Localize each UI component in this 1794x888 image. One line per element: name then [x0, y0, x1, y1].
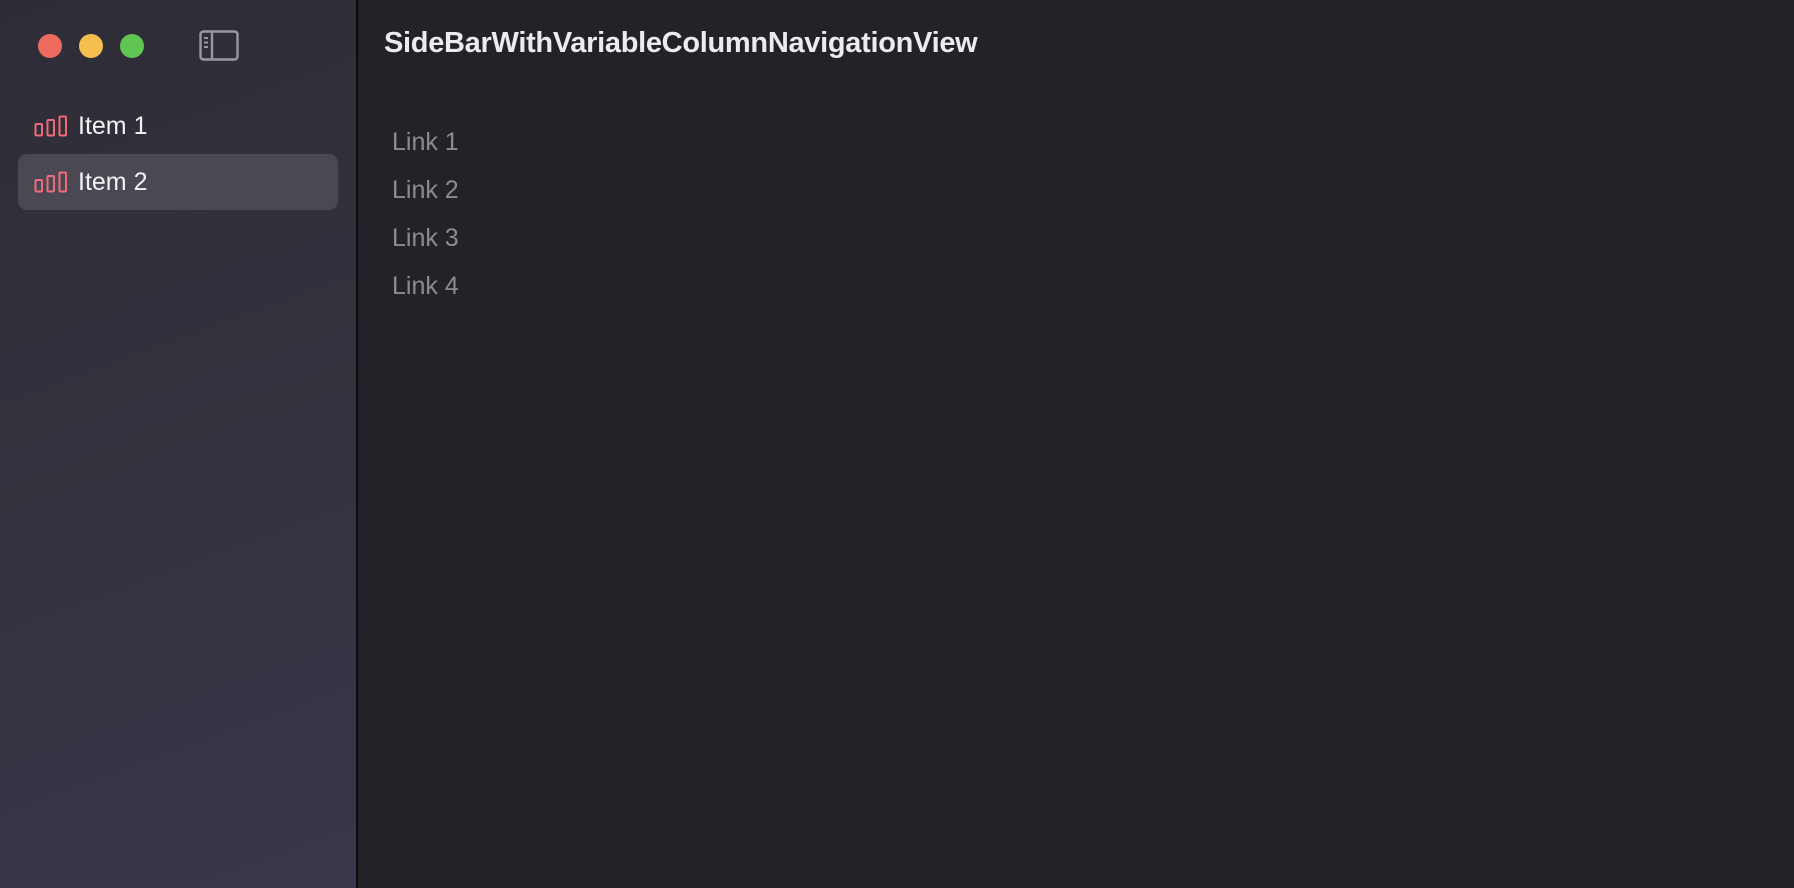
content-pane: SideBarWithVariableColumnNavigationView …	[358, 0, 1794, 888]
link-item-4[interactable]: Link 4	[392, 266, 459, 314]
window-controls	[38, 34, 144, 58]
link-list: Link 1 Link 2 Link 3 Link 4	[392, 122, 459, 314]
sidebar-item-label: Item 2	[78, 167, 148, 196]
minimize-window-button[interactable]	[79, 34, 103, 58]
sidebar-item-2[interactable]: Item 2	[18, 154, 338, 210]
sidebar-item-label: Item 1	[78, 111, 148, 140]
sidebar-toggle-button[interactable]	[199, 30, 239, 61]
sidebar-item-1[interactable]: Item 1	[18, 98, 338, 154]
sidebar-left-icon	[199, 30, 239, 61]
app-window: Item 1 Item 2 SideBarWithVariableColumnN…	[0, 0, 1794, 888]
close-window-button[interactable]	[38, 34, 62, 58]
chart-bar-icon	[34, 115, 67, 137]
sidebar: Item 1 Item 2	[0, 0, 358, 888]
chart-bar-icon	[34, 171, 67, 193]
sidebar-list: Item 1 Item 2	[18, 98, 338, 210]
link-item-3[interactable]: Link 3	[392, 218, 459, 266]
maximize-window-button[interactable]	[120, 34, 144, 58]
link-item-2[interactable]: Link 2	[392, 170, 459, 218]
link-item-1[interactable]: Link 1	[392, 122, 459, 170]
page-title: SideBarWithVariableColumnNavigationView	[384, 27, 978, 59]
